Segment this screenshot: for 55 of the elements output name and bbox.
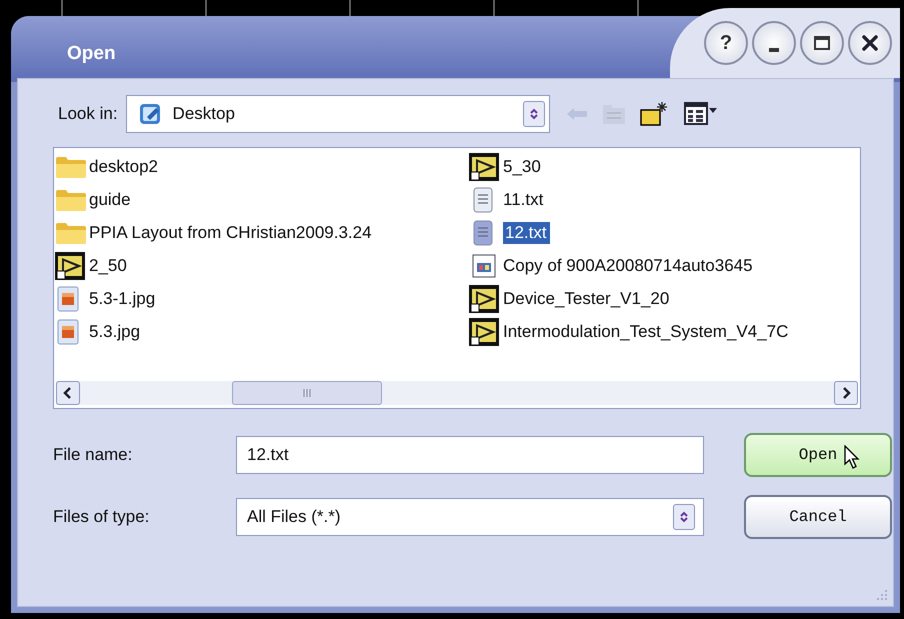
file-name: Copy of 900A20080714auto3645 xyxy=(503,254,754,276)
file-item[interactable]: 2_50 xyxy=(54,249,468,282)
scroll-left-button[interactable] xyxy=(56,381,80,405)
view-menu-icon[interactable] xyxy=(684,102,718,126)
file-type-dropdown[interactable]: All Files (*.*) xyxy=(236,498,704,536)
file-name: 5.3.jpg xyxy=(89,320,142,342)
file-name: 5.3-1.jpg xyxy=(89,288,156,310)
file-item[interactable]: 5.3.jpg xyxy=(54,315,468,348)
window-title: Open xyxy=(67,43,117,65)
file-item[interactable]: Copy of 900A20080714auto3645 xyxy=(468,249,860,282)
folder-icon xyxy=(54,154,88,178)
folder-icon xyxy=(54,220,88,244)
file-item[interactable]: Device_Tester_V1_20 xyxy=(468,282,860,315)
file-name: 11.txt xyxy=(503,188,544,210)
maximize-icon xyxy=(813,34,831,52)
open-button[interactable]: Open xyxy=(744,433,892,477)
minimize-icon xyxy=(769,48,779,52)
mouse-cursor-icon xyxy=(844,445,862,471)
look-in-label: Look in: xyxy=(58,104,118,124)
cancel-button[interactable]: Cancel xyxy=(744,495,892,539)
file-name: 5_30 xyxy=(503,156,542,178)
file-name: 2_50 xyxy=(89,254,128,276)
file-item[interactable]: PPIA Layout from CHristian2009.3.24 xyxy=(54,216,468,249)
file-item[interactable]: 12.txt xyxy=(468,216,860,249)
file-item[interactable]: desktop2 xyxy=(54,150,468,183)
file-name: guide xyxy=(89,188,132,210)
folder-icon xyxy=(54,188,88,212)
file-item[interactable]: guide xyxy=(54,183,468,216)
help-button[interactable]: ? xyxy=(704,21,748,65)
file-name-field[interactable]: 12.txt xyxy=(236,436,704,474)
vi-file-icon xyxy=(468,284,502,314)
close-icon xyxy=(861,34,879,52)
look-in-dropdown[interactable]: Desktop xyxy=(126,95,550,133)
minimize-button[interactable] xyxy=(752,21,796,65)
file-item[interactable]: 5.3-1.jpg xyxy=(54,282,468,315)
file-name: PPIA Layout from CHristian2009.3.24 xyxy=(89,222,373,244)
close-button[interactable] xyxy=(848,21,892,65)
file-name: Device_Tester_V1_20 xyxy=(503,288,670,310)
scrollbar-thumb[interactable] xyxy=(232,381,382,405)
horizontal-scrollbar[interactable] xyxy=(56,381,858,405)
file-item[interactable]: 11.txt xyxy=(468,183,860,216)
maximize-button[interactable] xyxy=(800,21,844,65)
vi-file-icon xyxy=(468,152,502,182)
new-folder-icon[interactable] xyxy=(640,101,670,127)
file-name-label: File name: xyxy=(53,445,134,465)
file-name: Intermodulation_Test_System_V4_7C xyxy=(503,320,790,342)
resize-grip-icon[interactable] xyxy=(875,588,889,602)
desktop-icon xyxy=(138,102,163,126)
file-item[interactable]: 5_30 xyxy=(468,150,860,183)
file-name: desktop2 xyxy=(89,156,159,178)
vi-file-icon xyxy=(468,316,502,346)
scroll-right-button[interactable] xyxy=(834,381,858,405)
file-type-label: Files of type: xyxy=(53,507,150,527)
file-name: 12.txt xyxy=(503,222,550,244)
file-item[interactable]: Intermodulation_Test_System_V4_7C xyxy=(468,315,860,348)
